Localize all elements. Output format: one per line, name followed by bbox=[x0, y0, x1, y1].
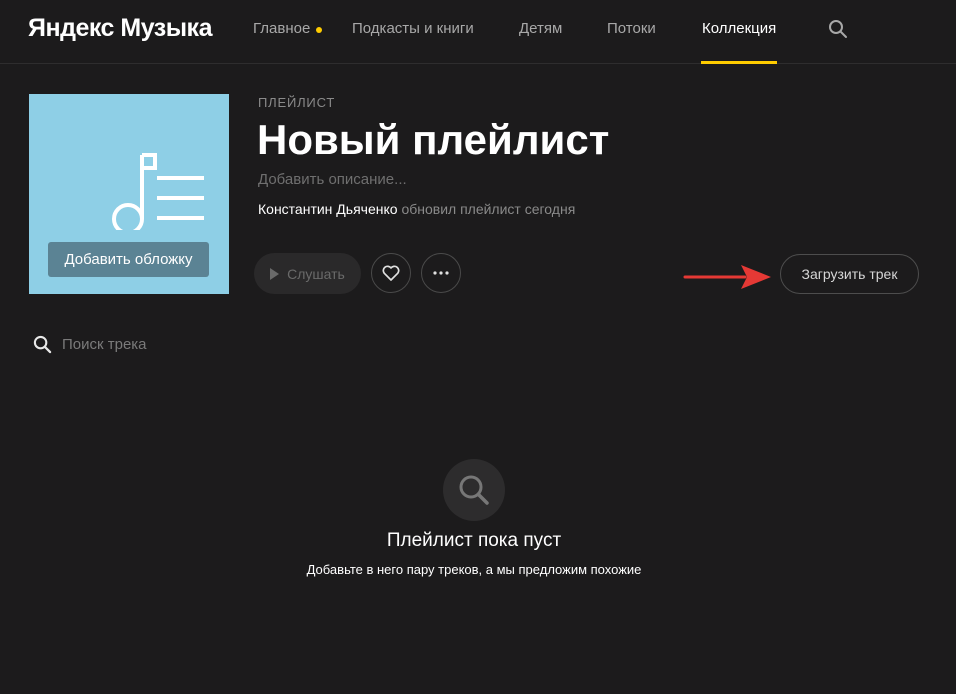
nav-item-streams[interactable]: Потоки bbox=[607, 20, 656, 37]
owner-name-link[interactable]: Константин Дьяченко bbox=[258, 201, 398, 217]
more-button[interactable] bbox=[421, 253, 461, 293]
listen-label: Слушать bbox=[287, 265, 345, 282]
search-icon bbox=[459, 475, 489, 505]
updated-text: обновил плейлист сегодня bbox=[401, 201, 576, 217]
empty-state-title: Плейлист пока пуст bbox=[386, 530, 562, 551]
empty-state-icon bbox=[443, 459, 505, 521]
nav-item-podcasts[interactable]: Подкасты и книги bbox=[352, 20, 474, 37]
logo[interactable]: Яндекс Музыка bbox=[28, 14, 212, 43]
play-icon bbox=[270, 267, 280, 280]
heart-icon bbox=[382, 265, 400, 281]
upload-track-button[interactable]: Загрузить трек bbox=[780, 254, 919, 294]
add-cover-button[interactable]: Добавить обложку bbox=[48, 242, 209, 277]
playlist-cover[interactable]: Добавить обложку bbox=[29, 94, 229, 294]
nav-item-main[interactable]: Главное bbox=[253, 20, 310, 37]
listen-button[interactable]: Слушать bbox=[254, 253, 361, 294]
music-note-list-icon bbox=[107, 150, 207, 235]
empty-state-subtitle: Добавьте в него пару треков, а мы предло… bbox=[306, 562, 642, 577]
active-nav-indicator bbox=[701, 61, 777, 64]
playlist-title[interactable]: Новый плейлист bbox=[257, 116, 609, 164]
nav-item-collection[interactable]: Коллекция bbox=[702, 20, 776, 37]
top-navigation: Яндекс Музыка Главное Подкасты и книги Д… bbox=[0, 0, 956, 64]
nav-item-kids[interactable]: Детям bbox=[519, 20, 562, 37]
playlist-kind-label: ПЛЕЙЛИСТ bbox=[258, 95, 336, 110]
page: Яндекс Музыка Главное Подкасты и книги Д… bbox=[0, 0, 956, 694]
search-icon[interactable] bbox=[828, 19, 848, 39]
notification-dot bbox=[316, 27, 322, 33]
track-search bbox=[33, 332, 333, 356]
add-description-link[interactable]: Добавить описание... bbox=[258, 171, 407, 188]
like-button[interactable] bbox=[371, 253, 411, 293]
track-search-input[interactable] bbox=[62, 335, 302, 353]
search-icon bbox=[33, 335, 52, 353]
owner-line: Константин Дьяченко обновил плейлист сег… bbox=[258, 201, 575, 217]
red-arrow-annotation bbox=[683, 262, 773, 292]
more-dots-icon bbox=[433, 271, 449, 275]
